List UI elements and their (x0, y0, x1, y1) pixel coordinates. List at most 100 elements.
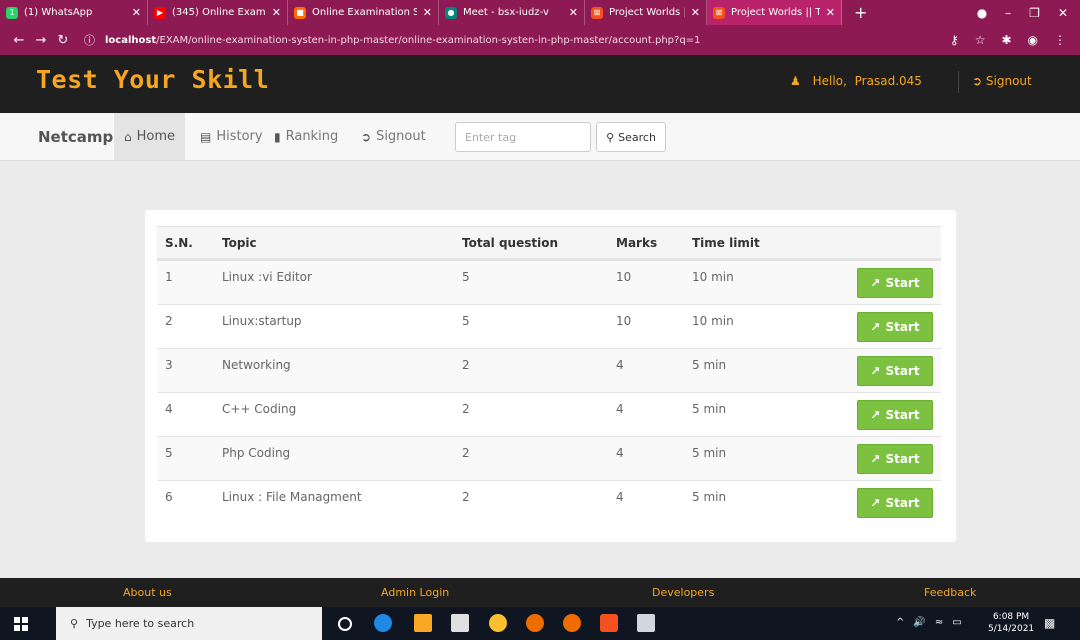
search-button[interactable]: ⚲ Search (596, 122, 666, 152)
row-sn: 4 (165, 402, 173, 416)
footer-developers-link[interactable]: Developers (652, 586, 714, 599)
extensions-icon[interactable]: ✱ (1001, 33, 1011, 47)
table-row: 4 C++ Coding 2 4 5 min ↗ Start (157, 392, 941, 436)
close-tab-icon[interactable]: ✕ (569, 6, 578, 19)
paint-icon[interactable] (637, 614, 655, 632)
start-quiz-button[interactable]: ↗ Start (857, 268, 933, 298)
start-button-label: Start (885, 496, 920, 510)
row-time-limit: 5 min (692, 446, 727, 460)
nav-home[interactable]: ⌂ Home (114, 113, 186, 160)
taskbar-clock[interactable]: 6:08 PM 5/14/2021 (988, 611, 1034, 635)
browser-tab-title: Meet - bsx-iudz-v (463, 7, 549, 18)
address-bar: ← → ↻ ⓘ localhost/EXAM/online-examinatio… (0, 25, 1080, 55)
close-window-icon[interactable]: ✕ (1058, 6, 1068, 20)
row-topic: C++ Coding (222, 402, 297, 416)
row-marks: 10 (616, 270, 632, 284)
nav-signout[interactable]: ➲ Signout (361, 129, 426, 144)
browser-tab-title: Online Examination Sy (312, 7, 417, 18)
close-tab-icon[interactable]: ✕ (691, 6, 700, 19)
store-icon[interactable] (451, 614, 469, 632)
header-signout-link[interactable]: ➲ Signout (972, 74, 1032, 88)
browser-tab-strip: 1 (1) WhatsApp ✕ ▶ (345) Online Examinat ✕ ■ On… (0, 0, 1080, 25)
start-quiz-button[interactable]: ↗ Start (857, 400, 933, 430)
row-sn: 3 (165, 358, 173, 372)
browser-tab[interactable]: ▶ (345) Online Examinat ✕ (148, 0, 288, 25)
info-icon[interactable]: ⓘ (84, 32, 95, 48)
start-button-label: Start (885, 408, 920, 422)
minimize-icon[interactable]: – (1005, 6, 1011, 20)
header-divider (958, 71, 959, 93)
reload-icon[interactable]: ↻ (52, 33, 74, 48)
browser-tab-title: (1) WhatsApp (24, 7, 93, 18)
row-time-limit: 10 min (692, 270, 734, 284)
new-tab-button[interactable]: + (842, 3, 879, 22)
notification-icon[interactable]: ▩ (1044, 616, 1055, 630)
header-marks: Marks (616, 236, 658, 250)
network-icon[interactable]: ≈ (935, 617, 943, 628)
address-bar-actions: ⚷ ☆ ✱ ◉ ⋮ (950, 33, 1080, 47)
nav-ranking-label: Ranking (285, 129, 339, 144)
os-taskbar: ⚲ Type here to search ^ 🔊 ≈ ▭ 6:08 PM 5/… (0, 607, 1080, 640)
row-sn: 2 (165, 314, 173, 328)
profile-icon[interactable]: ● (977, 6, 987, 20)
navbar-brand[interactable]: Netcamp (38, 128, 113, 146)
browser-tab[interactable]: ● Meet - bsx-iudz-v ✕ (439, 0, 585, 25)
key-icon[interactable]: ⚷ (950, 33, 959, 47)
header-total-question: Total question (462, 236, 559, 250)
table-row: 5 Php Coding 2 4 5 min ↗ Start (157, 436, 941, 480)
nav-history[interactable]: ▤ History (200, 129, 263, 144)
row-time-limit: 5 min (692, 490, 727, 504)
nav-history-label: History (216, 129, 263, 144)
username: Prasad.045 (854, 74, 922, 88)
url-field[interactable]: localhost/EXAM/online-examination-systen… (105, 35, 700, 46)
back-icon[interactable]: ← (8, 33, 30, 48)
taskbar-search[interactable]: ⚲ Type here to search (56, 607, 322, 640)
browser-tab[interactable]: 1 (1) WhatsApp ✕ (0, 0, 148, 25)
nav-signout-label: Signout (376, 129, 426, 144)
start-button-label: Start (885, 276, 920, 290)
restore-icon[interactable]: ❐ (1029, 6, 1040, 20)
nav-ranking[interactable]: ▮ Ranking (274, 129, 338, 144)
start-quiz-button[interactable]: ↗ Start (857, 312, 933, 342)
table-body: 1 Linux :vi Editor 5 10 10 min ↗ Start 2 Linux:s… (157, 260, 941, 524)
header-topic: Topic (222, 236, 257, 250)
row-marks: 10 (616, 314, 632, 328)
star-icon[interactable]: ☆ (975, 33, 986, 47)
tag-search-input[interactable] (455, 122, 591, 152)
nav-home-label: Home (136, 129, 176, 144)
menu-icon[interactable]: ⋮ (1054, 33, 1066, 47)
browser-tab[interactable]: ■ Online Examination Sy ✕ (288, 0, 439, 25)
footer-about-link[interactable]: About us (123, 586, 172, 599)
file-explorer-icon[interactable] (414, 614, 432, 632)
forward-icon[interactable]: → (30, 33, 52, 48)
browser-tab[interactable]: ⊠ Project Worlds || TEST ✕ (585, 0, 707, 25)
user-greeting: ♟ Hello, Prasad.045 (790, 74, 922, 88)
volume-icon[interactable]: 🔊 (913, 617, 925, 628)
row-sn: 1 (165, 270, 173, 284)
quiz-panel: S.N. Topic Total question Marks Time lim… (145, 210, 956, 542)
close-tab-icon[interactable]: ✕ (272, 6, 281, 19)
footer-feedback-link[interactable]: Feedback (924, 586, 976, 599)
close-tab-icon[interactable]: ✕ (132, 6, 141, 19)
chrome-icon[interactable] (489, 614, 507, 632)
footer-admin-login-link[interactable]: Admin Login (381, 586, 449, 599)
chevron-up-icon[interactable]: ^ (896, 617, 904, 628)
start-quiz-button[interactable]: ↗ Start (857, 488, 933, 518)
start-quiz-button[interactable]: ↗ Start (857, 356, 933, 386)
avatar[interactable]: ◉ (1028, 33, 1038, 47)
close-tab-icon[interactable]: ✕ (423, 6, 432, 19)
page-icon: ■ (294, 6, 306, 19)
browser-tab[interactable]: ⊠ Project Worlds || TEST ✕ (707, 0, 842, 25)
close-tab-icon[interactable]: ✕ (826, 6, 835, 19)
edge-icon[interactable] (374, 614, 392, 632)
search-icon: ⚲ (606, 130, 615, 144)
chrome-profile-icon[interactable] (526, 614, 544, 632)
cortana-icon[interactable] (338, 617, 352, 631)
windows-start-icon[interactable] (14, 617, 28, 631)
xampp-icon[interactable] (600, 614, 618, 632)
site-header: Test Your Skill ♟ Hello, Prasad.045 ➲ Si… (0, 55, 1080, 113)
site-title[interactable]: Test Your Skill (36, 65, 269, 94)
chrome-profile-2-icon[interactable] (563, 614, 581, 632)
battery-icon[interactable]: ▭ (952, 617, 961, 628)
start-quiz-button[interactable]: ↗ Start (857, 444, 933, 474)
